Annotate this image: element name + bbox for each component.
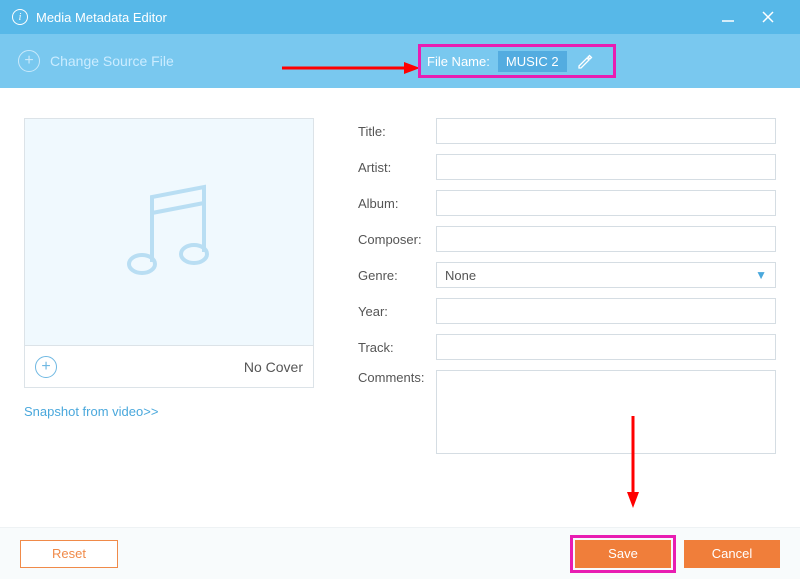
annotation-arrow-right-icon (282, 60, 420, 76)
year-label: Year: (358, 304, 436, 319)
genre-value: None (445, 268, 476, 283)
file-name-group: File Name: MUSIC 2 (418, 44, 616, 78)
year-input[interactable] (436, 298, 776, 324)
chevron-down-icon: ▼ (755, 268, 767, 282)
comments-label: Comments: (358, 370, 436, 385)
annotation-arrow-down-icon (625, 416, 641, 508)
snapshot-from-video-link[interactable]: Snapshot from video>> (24, 404, 314, 419)
artist-input[interactable] (436, 154, 776, 180)
title-bar: i Media Metadata Editor (0, 0, 800, 34)
music-note-icon (104, 167, 234, 297)
cover-preview (24, 118, 314, 346)
title-input[interactable] (436, 118, 776, 144)
composer-label: Composer: (358, 232, 436, 247)
file-name-label: File Name: (427, 54, 490, 69)
artist-label: Artist: (358, 160, 436, 175)
info-icon: i (12, 9, 28, 25)
no-cover-label: No Cover (57, 359, 303, 375)
edit-filename-icon[interactable] (577, 53, 593, 69)
save-button-highlight: Save (570, 535, 676, 573)
album-label: Album: (358, 196, 436, 211)
genre-select[interactable]: None ▼ (436, 262, 776, 288)
album-input[interactable] (436, 190, 776, 216)
genre-label: Genre: (358, 268, 436, 283)
add-source-icon[interactable]: + (18, 50, 40, 72)
title-label: Title: (358, 124, 436, 139)
footer: Reset Save Cancel (0, 527, 800, 579)
track-label: Track: (358, 340, 436, 355)
window-title: Media Metadata Editor (36, 10, 167, 25)
composer-input[interactable] (436, 226, 776, 252)
track-input[interactable] (436, 334, 776, 360)
minimize-button[interactable] (708, 9, 748, 25)
change-source-link[interactable]: Change Source File (50, 53, 174, 69)
close-button[interactable] (748, 9, 788, 25)
add-cover-button[interactable]: + (35, 356, 57, 378)
cancel-button[interactable]: Cancel (684, 540, 780, 568)
reset-button[interactable]: Reset (20, 540, 118, 568)
file-name-input[interactable]: MUSIC 2 (498, 51, 567, 72)
save-button[interactable]: Save (575, 540, 671, 568)
comments-input[interactable] (436, 370, 776, 454)
